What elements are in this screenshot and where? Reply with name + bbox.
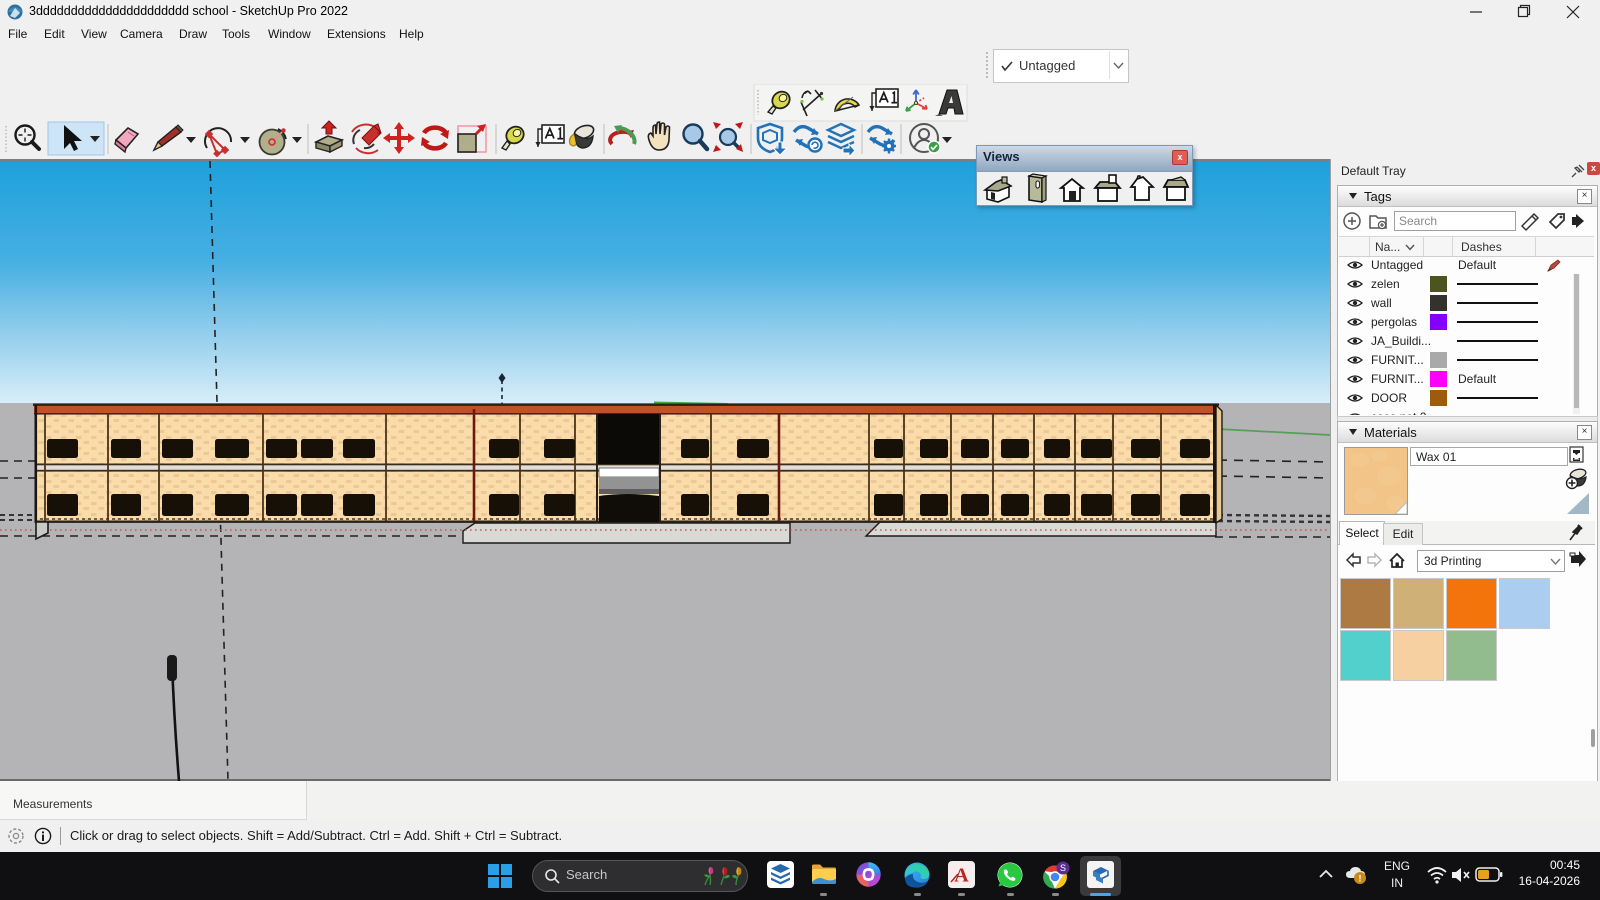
svg-text:!: ! [1359, 874, 1362, 884]
svg-text:S: S [1060, 863, 1066, 873]
